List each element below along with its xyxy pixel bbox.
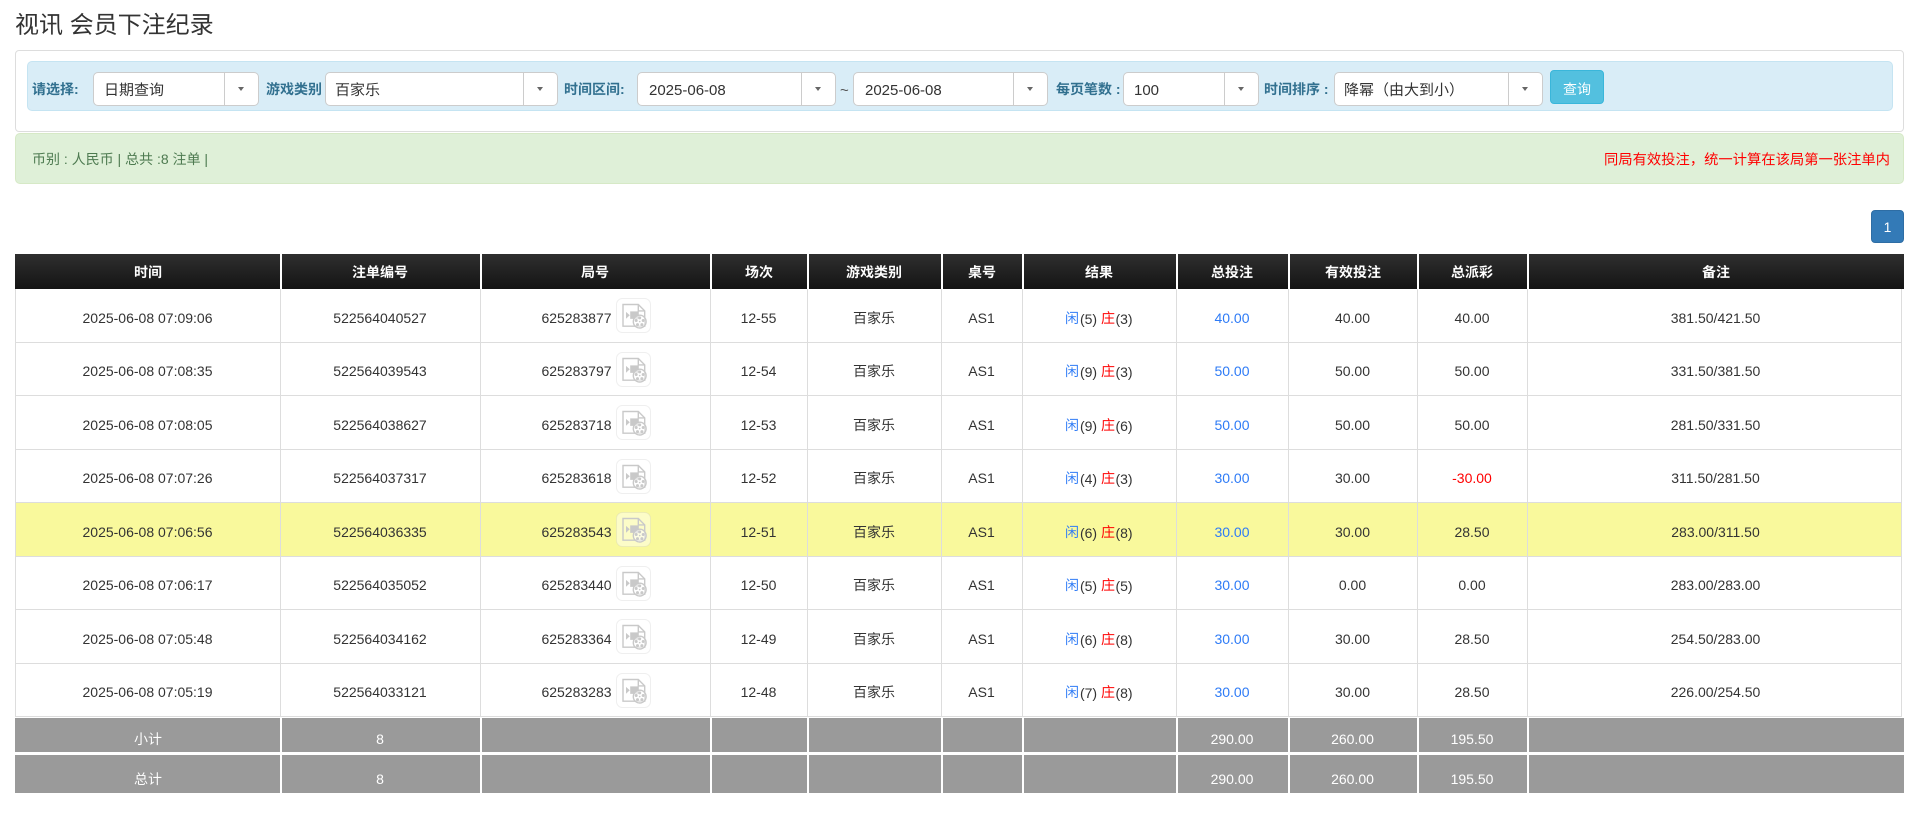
svg-text::: :: [74, 81, 79, 97]
svg-text::8: :8: [153, 151, 172, 167]
svg-text:|: |: [201, 151, 209, 167]
svg-text::: :: [60, 151, 72, 167]
svg-text:|: |: [114, 151, 125, 167]
svg-text::: :: [1320, 81, 1329, 97]
svg-text::: :: [1112, 81, 1121, 97]
svg-text::: :: [620, 81, 625, 97]
